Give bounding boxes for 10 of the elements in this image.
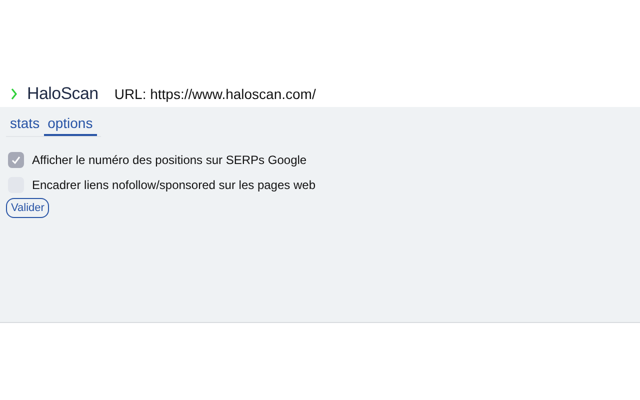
checkbox[interactable] bbox=[8, 152, 24, 168]
tab[interactable]: options bbox=[44, 114, 97, 136]
chevron-icon bbox=[11, 88, 17, 100]
url-text: URL: https://www.haloscan.com/ bbox=[114, 86, 316, 102]
option-label: Afficher le numéro des positions sur SERPs Google bbox=[32, 152, 307, 166]
option-label: Encadrer liens nofollow/sponsored sur les pages web bbox=[32, 178, 316, 192]
logo: HaloScan bbox=[27, 84, 98, 104]
check-icon bbox=[10, 154, 22, 166]
tab[interactable]: stats bbox=[6, 114, 44, 136]
validate-button[interactable]: Valider bbox=[6, 198, 50, 218]
